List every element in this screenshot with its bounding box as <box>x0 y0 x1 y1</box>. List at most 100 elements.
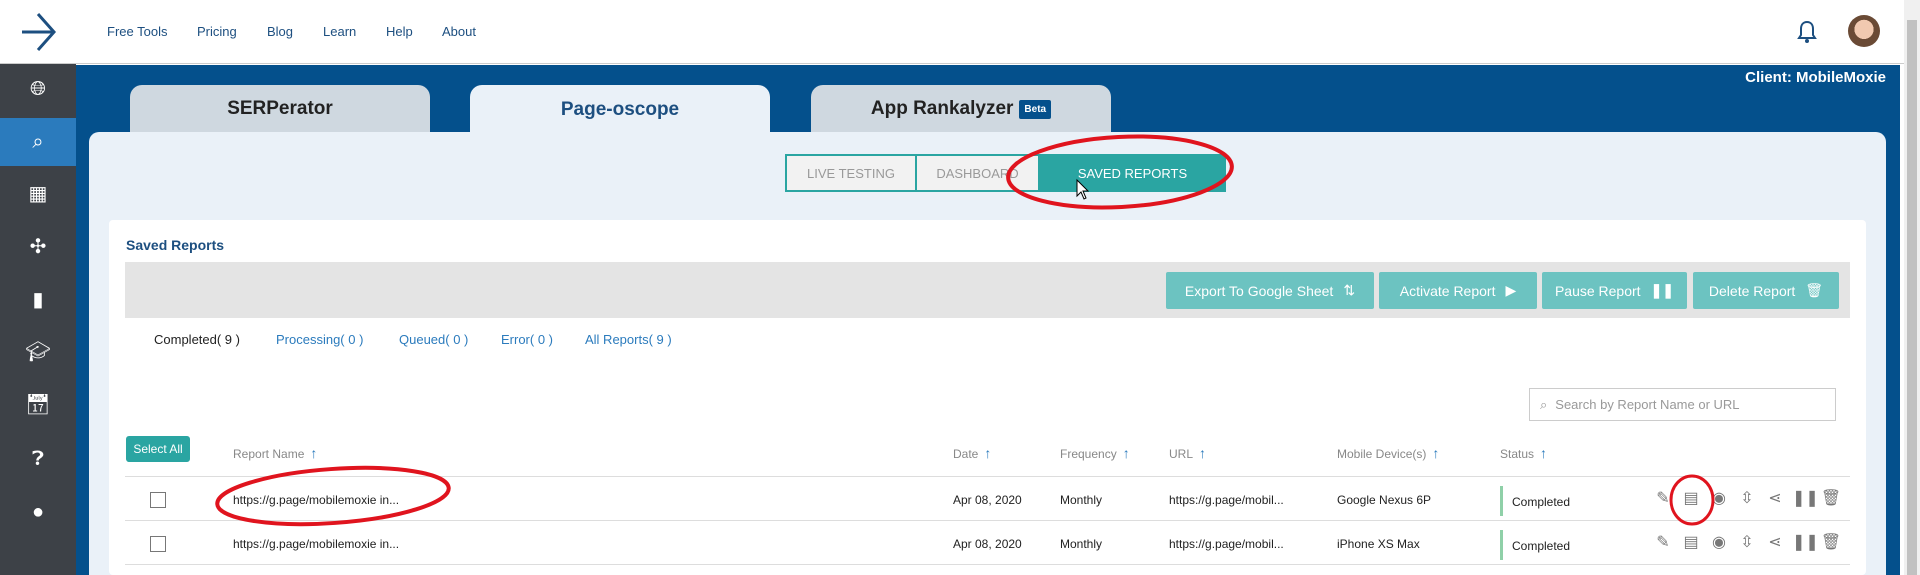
graduation-cap-icon[interactable]: 🎓︎ <box>0 327 76 375</box>
nav-help[interactable]: Help <box>386 24 413 39</box>
bell-icon[interactable] <box>1797 20 1817 47</box>
chart-icon[interactable]: ▮ <box>0 275 76 323</box>
expand-icon[interactable]: ⇳ <box>1736 532 1758 552</box>
nav-about[interactable]: About <box>442 24 476 39</box>
scrollbar-thumb[interactable] <box>1907 20 1917 575</box>
calendar-icon[interactable]: ▤ <box>1680 488 1702 508</box>
eye-icon[interactable]: ◉ <box>1708 488 1730 508</box>
sort-up-icon: ↑ <box>984 445 992 461</box>
report-date: Apr 08, 2020 <box>953 537 1022 551</box>
divider <box>125 476 1850 477</box>
grid-icon[interactable]: ▦ <box>0 169 76 217</box>
help-icon[interactable]: ❓︎ <box>0 435 76 483</box>
delete-label: Delete Report <box>1708 282 1796 299</box>
row-actions: ✎ ▤ ◉ ⇳ ⋖ ❚❚ 🗑︎ <box>1652 532 1842 552</box>
header-status[interactable]: Status ↑ <box>1500 445 1547 461</box>
select-all-button[interactable]: Select All <box>126 436 190 462</box>
header-label: Status <box>1500 447 1535 461</box>
export-google-sheet-button[interactable]: Export To Google Sheet ⇅ <box>1166 272 1374 309</box>
tab-app-rankalyzer[interactable]: App Rankalyzer Beta <box>811 85 1111 133</box>
tab-page-oscope[interactable]: Page-oscope <box>470 85 770 135</box>
nav-blog[interactable]: Blog <box>267 24 293 39</box>
pause-icon[interactable]: ❚❚ <box>1792 488 1819 508</box>
client-label: Client: MobileMoxie <box>1745 69 1886 86</box>
row-checkbox[interactable] <box>150 536 166 552</box>
share-icon[interactable]: ⋖ <box>1764 532 1786 552</box>
header-url[interactable]: URL ↑ <box>1169 445 1206 461</box>
status-badge: Completed <box>1512 495 1571 509</box>
globe-icon[interactable]: 🌐︎ <box>0 65 76 113</box>
report-device: iPhone XS Max <box>1337 537 1420 551</box>
calendar-clock-icon[interactable]: 📅︎ <box>0 380 76 428</box>
activate-label: Activate Report <box>1399 282 1496 299</box>
edit-pencil-icon[interactable]: ✎ <box>1652 532 1674 552</box>
pause-icon[interactable]: ❚❚ <box>1792 532 1819 552</box>
pause-icon: ❚❚ <box>1650 282 1675 298</box>
search-placeholder: Search by Report Name or URL <box>1555 397 1740 412</box>
account-icon[interactable]: ● <box>0 488 76 536</box>
delete-report-button[interactable]: Delete Report 🗑︎ <box>1693 272 1839 309</box>
search-icon[interactable]: ⌕ <box>0 118 76 166</box>
nav-free-tools[interactable]: Free Tools <box>107 24 167 39</box>
header-mobile-devices[interactable]: Mobile Device(s) ↑ <box>1337 445 1439 461</box>
trash-icon: 🗑︎ <box>1805 282 1824 298</box>
header-report-name[interactable]: Report Name ↑ <box>233 445 317 461</box>
export-label: Export To Google Sheet <box>1184 282 1334 299</box>
nav-learn[interactable]: Learn <box>323 24 356 39</box>
filter-queued[interactable]: Queued( 0 ) <box>399 332 468 347</box>
header-label: Mobile Device(s) <box>1337 447 1427 461</box>
pause-report-button[interactable]: Pause Report ❚❚ <box>1542 272 1687 309</box>
report-url: https://g.page/mobil... <box>1169 537 1284 551</box>
subtab-live-testing[interactable]: LIVE TESTING <box>785 154 917 192</box>
sort-up-icon: ↑ <box>1122 445 1130 461</box>
report-frequency: Monthly <box>1060 537 1103 551</box>
header-label: Frequency <box>1060 447 1117 461</box>
trash-icon[interactable]: 🗑︎ <box>1820 488 1842 508</box>
trash-icon[interactable]: 🗑︎ <box>1820 532 1842 552</box>
activate-report-button[interactable]: Activate Report ▶ <box>1379 272 1537 309</box>
filter-processing[interactable]: Processing( 0 ) <box>276 332 363 347</box>
report-frequency: Monthly <box>1060 493 1103 507</box>
tab-serperator[interactable]: SERPerator <box>130 85 430 133</box>
divider <box>125 564 1850 565</box>
search-icon: ⌕ <box>1540 396 1548 412</box>
sort-up-icon: ↑ <box>310 445 318 461</box>
filter-all-reports[interactable]: All Reports( 9 ) <box>585 332 672 347</box>
sort-up-icon: ↑ <box>1432 445 1440 461</box>
header-label: URL <box>1169 447 1194 461</box>
subtab-dashboard[interactable]: DASHBOARD <box>915 154 1040 192</box>
calendar-icon[interactable]: ▤ <box>1680 532 1702 552</box>
puzzle-icon[interactable]: ✣ <box>0 222 76 270</box>
report-device: Google Nexus 6P <box>1337 493 1432 507</box>
nav-pricing[interactable]: Pricing <box>197 24 237 39</box>
sort-up-icon: ↑ <box>1199 445 1207 461</box>
header-label: Date <box>953 447 979 461</box>
edit-pencil-icon[interactable]: ✎ <box>1652 488 1674 508</box>
row-actions: ✎ ▤ ◉ ⇳ ⋖ ❚❚ 🗑︎ <box>1652 488 1842 508</box>
pause-label: Pause Report <box>1554 282 1641 299</box>
search-input[interactable]: ⌕ Search by Report Name or URL <box>1529 388 1836 421</box>
expand-icon[interactable]: ⇳ <box>1736 488 1758 508</box>
header-date[interactable]: Date ↑ <box>953 445 991 461</box>
avatar[interactable] <box>1848 15 1880 47</box>
eye-icon[interactable]: ◉ <box>1708 532 1730 552</box>
card-title: Saved Reports <box>126 237 225 253</box>
status-badge: Completed <box>1512 539 1571 553</box>
status-indicator <box>1500 530 1503 560</box>
header-frequency[interactable]: Frequency ↑ <box>1060 445 1130 461</box>
report-url: https://g.page/mobil... <box>1169 493 1284 507</box>
report-name[interactable]: https://g.page/mobilemoxie in... <box>233 493 399 507</box>
beta-badge: Beta <box>1019 99 1052 119</box>
sort-up-icon: ↑ <box>1540 445 1548 461</box>
share-icon[interactable]: ⋖ <box>1764 488 1786 508</box>
logo-arrow-icon[interactable] <box>0 0 76 64</box>
filter-completed[interactable]: Completed( 9 ) <box>154 332 240 347</box>
subtab-saved-reports[interactable]: SAVED REPORTS <box>1039 154 1226 192</box>
report-name[interactable]: https://g.page/mobilemoxie in... <box>233 537 399 551</box>
header-label: Report Name <box>233 447 305 461</box>
report-date: Apr 08, 2020 <box>953 493 1022 507</box>
row-checkbox[interactable] <box>150 492 166 508</box>
status-indicator <box>1500 486 1503 516</box>
divider <box>125 520 1850 521</box>
filter-error[interactable]: Error( 0 ) <box>501 332 553 347</box>
